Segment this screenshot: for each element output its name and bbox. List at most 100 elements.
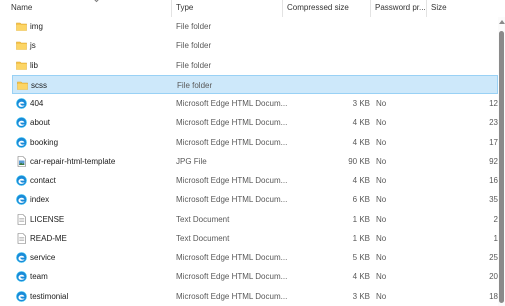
file-type: Microsoft Edge HTML Docum... xyxy=(176,176,288,185)
file-type: Text Document xyxy=(176,214,230,224)
column-header: Name Type Compressed size Password pr...… xyxy=(0,0,505,17)
file-name: about xyxy=(30,118,51,128)
column-header-name[interactable]: Name xyxy=(11,3,32,12)
file-type: File folder xyxy=(176,22,212,31)
file-compressed-size: 1 KB xyxy=(352,233,370,243)
file-name: service xyxy=(30,253,56,262)
file-row-car-repair-html-template[interactable]: car-repair-html-template JPG File 90 KB No 9… xyxy=(12,152,498,171)
file-compressed-size: 5 KB xyxy=(352,253,370,262)
column-header-password[interactable]: Password pr... xyxy=(375,3,426,12)
file-row-img[interactable]: img File folder xyxy=(12,17,498,36)
file-compressed-size: 4 KB xyxy=(352,137,370,147)
column-header-compressed-size[interactable]: Compressed size xyxy=(287,3,349,12)
column-divider[interactable] xyxy=(171,0,172,17)
column-divider[interactable] xyxy=(426,0,427,17)
file-name: img xyxy=(30,22,43,31)
file-type: Microsoft Edge HTML Docum... xyxy=(176,272,288,282)
file-name: contact xyxy=(30,176,56,185)
file-name: scss xyxy=(31,80,47,90)
image-file-icon xyxy=(16,155,27,167)
scroll-up-arrow-icon[interactable] xyxy=(499,20,505,24)
file-password-protected: No xyxy=(376,137,387,147)
column-divider[interactable] xyxy=(370,0,371,17)
file-row-js[interactable]: js File folder xyxy=(12,36,498,55)
edge-icon xyxy=(16,271,27,283)
vertical-scrollbar[interactable] xyxy=(498,17,505,306)
edge-icon xyxy=(16,175,27,186)
edge-icon xyxy=(16,252,27,263)
file-row-index[interactable]: index Microsoft Edge HTML Docum... 6 KB No 3… xyxy=(12,190,498,209)
file-type: Microsoft Edge HTML Docum... xyxy=(176,291,288,301)
file-type: JPG File xyxy=(176,156,207,166)
file-type: Text Document xyxy=(176,233,230,243)
file-name: team xyxy=(30,272,48,282)
file-name: car-repair-html-template xyxy=(30,156,116,166)
file-size: 12 xyxy=(489,99,498,108)
file-type: Microsoft Edge HTML Docum... xyxy=(176,137,288,147)
column-header-size[interactable]: Size xyxy=(431,3,447,12)
file-compressed-size: 4 KB xyxy=(352,118,370,128)
file-size: 1 xyxy=(493,233,498,243)
file-row-service[interactable]: service Microsoft Edge HTML Docum... 5 KB N… xyxy=(12,248,498,267)
file-row-about[interactable]: about Microsoft Edge HTML Docum... 4 KB No 2… xyxy=(12,113,498,132)
file-type: File folder xyxy=(176,41,212,51)
edge-icon xyxy=(16,290,27,302)
file-row-read-me[interactable]: READ-ME Text Document 1 KB No 1 xyxy=(12,229,498,248)
file-row-testimonial[interactable]: testimonial Microsoft Edge HTML Docum... 3… xyxy=(12,287,498,306)
file-size: 16 xyxy=(489,176,498,185)
file-name: booking xyxy=(30,137,59,147)
file-compressed-size: 4 KB xyxy=(352,272,370,282)
file-password-protected: No xyxy=(376,118,387,128)
column-header-type[interactable]: Type xyxy=(176,3,193,12)
file-name: READ-ME xyxy=(30,233,67,243)
file-compressed-size: 3 KB xyxy=(352,99,370,108)
scrollbar-thumb[interactable] xyxy=(499,31,504,303)
folder-icon xyxy=(17,80,28,91)
file-type: File folder xyxy=(176,60,212,70)
file-password-protected: No xyxy=(376,176,387,185)
column-divider[interactable] xyxy=(282,0,283,17)
file-size: 23 xyxy=(489,118,498,128)
folder-icon xyxy=(16,21,27,32)
file-name: 404 xyxy=(30,99,44,108)
file-password-protected: No xyxy=(376,99,387,108)
file-row-license[interactable]: LICENSE Text Document 1 KB No 2 xyxy=(12,210,498,229)
edge-icon xyxy=(16,136,27,148)
file-row-team[interactable]: team Microsoft Edge HTML Docum... 4 KB No 20 xyxy=(12,267,498,286)
file-type: Microsoft Edge HTML Docum... xyxy=(176,195,288,205)
file-compressed-size: 3 KB xyxy=(352,291,370,301)
file-password-protected: No xyxy=(376,195,387,205)
file-compressed-size: 90 KB xyxy=(348,156,370,166)
file-row-scss[interactable]: scss File folder xyxy=(12,74,498,94)
folder-icon xyxy=(16,40,27,51)
file-row-lib[interactable]: lib File folder xyxy=(12,56,498,75)
file-password-protected: No xyxy=(376,272,387,282)
file-name: lib xyxy=(30,60,39,70)
file-size: 17 xyxy=(489,137,498,147)
edge-icon xyxy=(16,98,27,109)
file-size: 20 xyxy=(489,272,498,282)
edge-icon xyxy=(16,194,27,206)
file-size: 18 xyxy=(489,291,498,301)
file-type: File folder xyxy=(177,80,213,90)
file-compressed-size: 4 KB xyxy=(352,176,370,185)
file-type: Microsoft Edge HTML Docum... xyxy=(176,99,288,108)
file-row-404[interactable]: 404 Microsoft Edge HTML Docum... 3 KB No 12 xyxy=(12,94,498,113)
text-file-icon xyxy=(16,232,27,244)
file-name: testimonial xyxy=(30,291,69,301)
sort-caret-icon xyxy=(94,0,99,3)
file-name: index xyxy=(30,195,50,205)
file-compressed-size: 1 KB xyxy=(352,214,370,224)
file-size: 92 xyxy=(489,156,498,166)
file-password-protected: No xyxy=(376,233,387,243)
file-password-protected: No xyxy=(376,214,387,224)
file-password-protected: No xyxy=(376,291,387,301)
folder-icon xyxy=(16,60,27,71)
file-type: Microsoft Edge HTML Docum... xyxy=(176,253,288,262)
file-name: js xyxy=(30,41,36,51)
edge-icon xyxy=(16,117,27,129)
file-row-contact[interactable]: contact Microsoft Edge HTML Docum... 4 KB N… xyxy=(12,171,498,190)
file-password-protected: No xyxy=(376,253,387,262)
file-row-booking[interactable]: booking Microsoft Edge HTML Docum... 4 KB N… xyxy=(12,133,498,152)
file-type: Microsoft Edge HTML Docum... xyxy=(176,118,288,128)
